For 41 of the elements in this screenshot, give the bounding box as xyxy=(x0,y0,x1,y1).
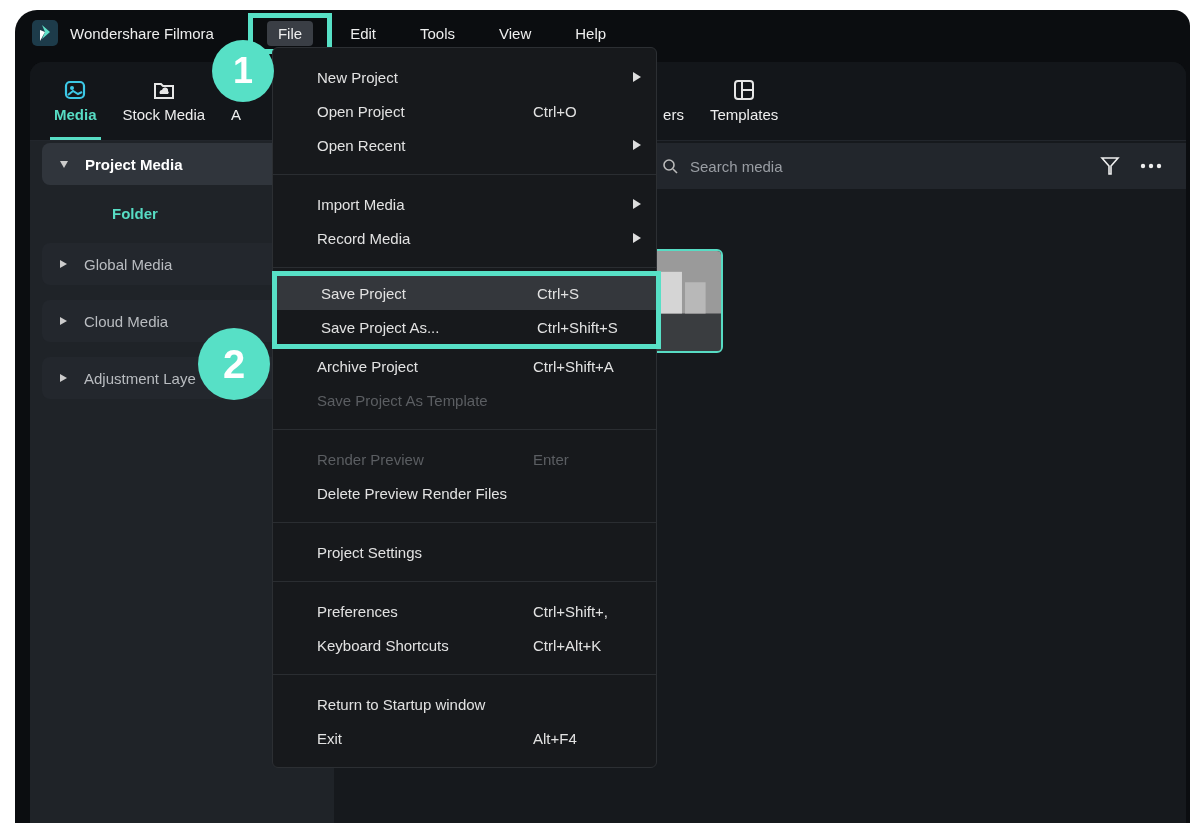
tab[interactable]: ers xyxy=(659,106,688,140)
menu-item[interactable]: Return to Startup window xyxy=(273,687,656,721)
submenu-arrow-icon xyxy=(633,140,641,150)
app-title: Wondershare Filmora xyxy=(70,24,214,42)
menu-item[interactable]: View xyxy=(488,20,543,46)
more-icon[interactable] xyxy=(1140,163,1162,169)
sidebar-label: Global Media xyxy=(84,255,173,273)
tab[interactable]: Templates xyxy=(705,80,783,140)
triangle-icon xyxy=(60,374,67,382)
sidebar-label: Adjustment Laye xyxy=(84,369,196,387)
menu-item[interactable]: Project Settings xyxy=(273,535,656,569)
menu-item[interactable]: Save Project Ctrl+S xyxy=(277,276,656,310)
layout-icon xyxy=(733,80,756,100)
filter-icon[interactable] xyxy=(1100,156,1120,176)
menu-item[interactable]: Help xyxy=(564,20,618,46)
submenu-arrow-icon xyxy=(633,72,641,82)
menu-item[interactable]: File xyxy=(266,20,314,46)
menu-item[interactable]: Exit Alt+F4 xyxy=(273,721,656,755)
triangle-icon xyxy=(60,160,68,168)
sidebar-label: Cloud Media xyxy=(84,312,169,330)
image-icon xyxy=(64,80,87,100)
menu-item[interactable]: Delete Preview Render Files xyxy=(273,476,656,510)
menu-item[interactable]: Keyboard Shortcuts Ctrl+Alt+K xyxy=(273,628,656,662)
menu-item[interactable]: Import Media xyxy=(273,187,656,221)
triangle-icon xyxy=(60,260,67,268)
submenu-arrow-icon xyxy=(633,199,641,209)
sidebar-label: Project Media xyxy=(85,155,183,173)
menu-item[interactable]: Tools xyxy=(409,20,466,46)
cloud-folder-icon xyxy=(152,80,175,100)
menu-item[interactable]: Edit xyxy=(339,20,387,46)
search-field[interactable]: Search media xyxy=(688,156,1090,176)
app-logo-icon xyxy=(32,20,58,46)
triangle-icon xyxy=(60,317,67,325)
tab[interactable]: Stock Media xyxy=(118,80,210,140)
folder-item[interactable]: Folder xyxy=(42,200,158,228)
search-icon xyxy=(662,158,678,174)
tab[interactable]: A xyxy=(227,106,246,140)
menu-item[interactable]: Preferences Ctrl+Shift+, xyxy=(273,594,656,628)
menu-item[interactable]: Open Project Ctrl+O xyxy=(273,94,656,128)
menu-item[interactable]: New Project xyxy=(273,60,656,94)
submenu-arrow-icon xyxy=(633,233,641,243)
